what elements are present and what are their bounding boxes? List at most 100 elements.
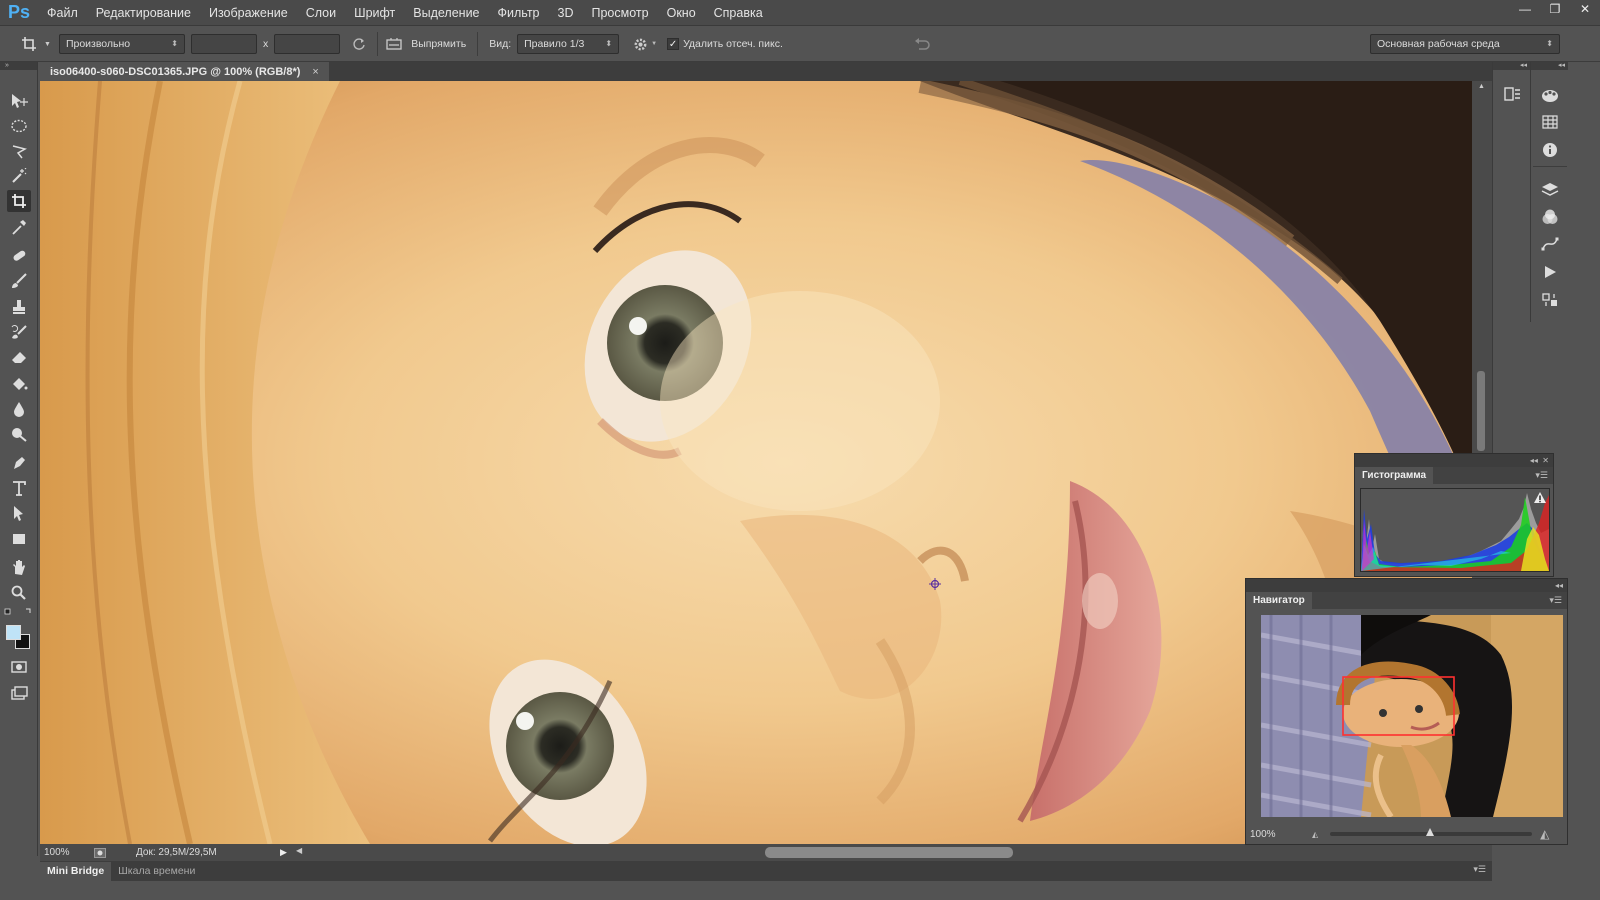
hand-icon[interactable] xyxy=(7,556,31,578)
layers-panel-icon[interactable] xyxy=(1540,180,1560,200)
zoom-level[interactable]: 100% xyxy=(44,847,90,858)
document-tab-bar: iso06400-s060-DSC01365.JPG @ 100% (RGB/8… xyxy=(40,62,1492,81)
menu-type[interactable]: Шрифт xyxy=(345,0,404,26)
straighten-label[interactable]: Выпрямить xyxy=(411,38,466,50)
panel-menu-icon[interactable]: ▾☰ xyxy=(1473,864,1486,875)
reset-icon[interactable] xyxy=(912,34,932,54)
workspace-dropdown[interactable]: Основная рабочая среда ⬍ xyxy=(1370,34,1560,54)
zoom-out-icon[interactable]: ◭ xyxy=(1312,830,1318,839)
status-bar: 100% Док: 29,5M/29,5M ▶ ◀ xyxy=(40,844,1492,861)
swap-icon[interactable] xyxy=(346,37,372,51)
status-menu-arrow-icon[interactable]: ▶ xyxy=(280,847,287,858)
rectangle-icon[interactable] xyxy=(7,528,31,550)
pen-icon[interactable] xyxy=(7,452,31,474)
menu-help[interactable]: Справка xyxy=(705,0,772,26)
dock-separator xyxy=(1533,166,1567,167)
panel-collapse-handle[interactable]: » xyxy=(0,62,37,70)
restore-button[interactable]: ❐ xyxy=(1540,0,1570,18)
zoom-in-icon[interactable]: ◭ xyxy=(1540,827,1549,841)
dodge-icon[interactable] xyxy=(7,423,31,445)
vertical-scroll-thumb[interactable] xyxy=(1477,371,1485,451)
menu-view[interactable]: Просмотр xyxy=(583,0,658,26)
document-tab[interactable]: iso06400-s060-DSC01365.JPG @ 100% (RGB/8… xyxy=(40,62,329,81)
histogram-panel: ◂◂ ✕ Гистограмма ▾☰ xyxy=(1354,453,1554,577)
vertical-scrollbar[interactable]: ▲ xyxy=(1472,81,1492,453)
menu-select[interactable]: Выделение xyxy=(404,0,488,26)
ratio-dropdown[interactable]: Произвольно ⬍ xyxy=(58,34,185,54)
slider-thumb-icon[interactable] xyxy=(1426,828,1435,836)
horizontal-scrollbar[interactable]: ◀ xyxy=(296,846,1500,858)
panel-menu-icon[interactable]: ▾☰ xyxy=(1549,592,1567,609)
adjustments-panel-icon[interactable] xyxy=(1540,290,1560,310)
close-button[interactable]: ✕ xyxy=(1570,0,1600,18)
tab-mini-bridge[interactable]: Mini Bridge xyxy=(40,862,112,881)
menu-3d[interactable]: 3D xyxy=(549,0,583,26)
type-icon[interactable] xyxy=(7,477,31,499)
menu-filter[interactable]: Фильтр xyxy=(489,0,549,26)
tab-navigator[interactable]: Навигатор xyxy=(1246,592,1312,609)
view-dropdown[interactable]: Правило 1/3 ⬍ xyxy=(517,34,620,54)
panel-header-controls[interactable]: ◂◂ ✕ xyxy=(1355,454,1553,467)
actions-play-icon[interactable] xyxy=(1540,262,1560,282)
navigator-zoom-slider[interactable] xyxy=(1330,828,1533,836)
navigator-zoom-value[interactable]: 100% xyxy=(1250,829,1306,840)
magic-wand-icon[interactable] xyxy=(7,165,31,187)
info-panel-icon[interactable] xyxy=(1540,140,1560,160)
channels-panel-icon[interactable] xyxy=(1540,207,1560,227)
zoom-icon[interactable] xyxy=(7,581,31,603)
scroll-left-icon[interactable]: ◀ xyxy=(296,846,302,855)
quick-mask-icon[interactable] xyxy=(7,656,31,678)
move-icon[interactable] xyxy=(7,90,31,112)
clone-stamp-icon[interactable] xyxy=(7,296,31,318)
swatches-panel-icon[interactable] xyxy=(1540,112,1560,132)
document-size: Док: 29,5M/29,5M xyxy=(136,847,217,858)
marquee-ellipse-icon[interactable] xyxy=(7,115,31,137)
history-brush-icon[interactable] xyxy=(7,321,31,343)
screen-mode-icon[interactable] xyxy=(7,682,31,704)
scroll-up-icon[interactable]: ▲ xyxy=(1478,83,1485,90)
brush-icon[interactable] xyxy=(7,270,31,292)
lasso-icon[interactable] xyxy=(7,140,31,162)
window-controls: — ❐ ✕ xyxy=(1510,0,1600,18)
tab-timeline[interactable]: Шкала времени xyxy=(111,862,202,881)
dock-collapse-handle[interactable]: ◂◂ xyxy=(1493,62,1530,70)
dock-collapse-handle[interactable]: ◂◂ xyxy=(1531,62,1568,70)
bottom-panel-tabs: Mini Bridge Шкала времени ▾☰ xyxy=(40,861,1492,881)
healing-brush-icon[interactable] xyxy=(7,245,31,267)
tab-histogram[interactable]: Гистограмма xyxy=(1355,467,1434,484)
horizontal-scroll-thumb[interactable] xyxy=(765,847,1013,858)
updown-arrows-icon: ⬍ xyxy=(171,39,178,48)
menu-layers[interactable]: Слои xyxy=(297,0,345,26)
histogram-graph xyxy=(1360,488,1550,572)
color-panel-icon[interactable] xyxy=(1540,86,1560,106)
paths-panel-icon[interactable] xyxy=(1540,234,1560,254)
eraser-icon[interactable] xyxy=(7,346,31,368)
delete-cropped-checkbox[interactable]: ✓ xyxy=(667,38,680,50)
proof-setup-icon[interactable] xyxy=(90,847,110,858)
width-field[interactable] xyxy=(190,34,257,54)
history-panel-icon[interactable] xyxy=(1502,84,1522,104)
blur-icon[interactable] xyxy=(7,398,31,420)
paint-bucket-icon[interactable] xyxy=(7,373,31,395)
chevron-down-icon[interactable]: ▼ xyxy=(651,41,657,47)
panel-menu-icon[interactable]: ▾☰ xyxy=(1535,467,1553,484)
straighten-icon[interactable] xyxy=(383,37,405,51)
minimize-button[interactable]: — xyxy=(1510,0,1540,18)
menu-file[interactable]: Файл xyxy=(38,0,87,26)
close-icon[interactable]: × xyxy=(312,66,318,78)
warning-icon[interactable] xyxy=(1534,492,1546,504)
menu-window[interactable]: Окно xyxy=(658,0,705,26)
app-logo: Ps xyxy=(7,2,31,22)
crop-icon[interactable] xyxy=(7,190,31,212)
swap-colors-icon[interactable] xyxy=(4,607,34,617)
menu-edit[interactable]: Редактирование xyxy=(87,0,200,26)
height-field[interactable] xyxy=(274,34,341,54)
path-selection-icon[interactable] xyxy=(7,502,31,524)
menu-image[interactable]: Изображение xyxy=(200,0,297,26)
navigator-thumbnail[interactable] xyxy=(1261,615,1563,817)
foreground-color-swatch[interactable] xyxy=(6,625,21,640)
eyedropper-icon[interactable] xyxy=(7,216,31,238)
panel-header-controls[interactable]: ◂◂ xyxy=(1246,579,1567,592)
crop-preset-icon[interactable] xyxy=(14,36,44,52)
preset-chevron-down-icon[interactable]: ▼ xyxy=(44,41,51,48)
